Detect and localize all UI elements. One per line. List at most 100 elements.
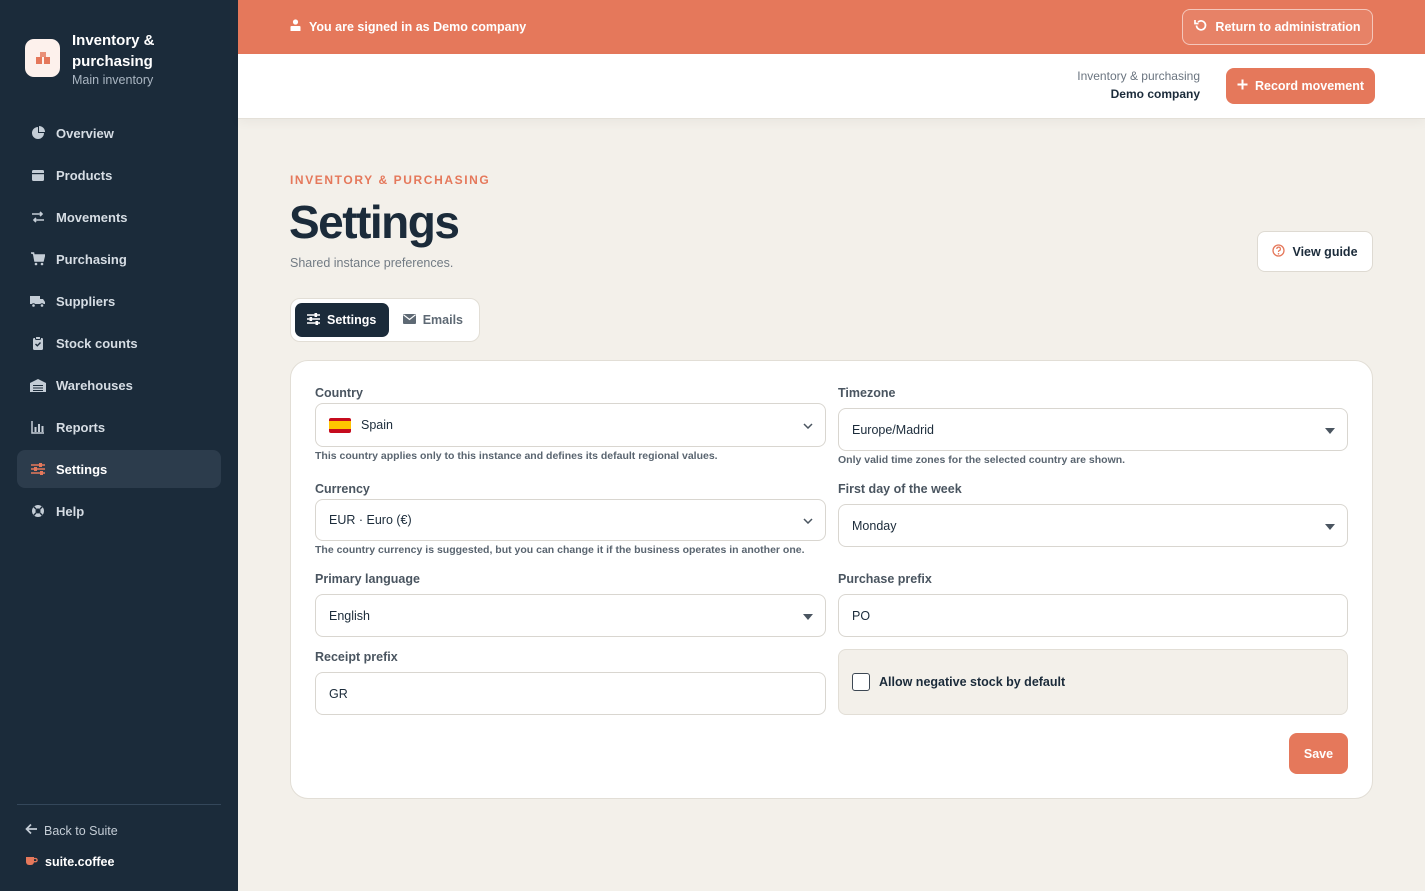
sidebar-item-products[interactable]: Products bbox=[17, 156, 221, 194]
return-to-administration-button[interactable]: Return to administration bbox=[1182, 9, 1373, 45]
sidebar-divider bbox=[17, 804, 221, 805]
sidebar-item-label: Movements bbox=[56, 209, 128, 225]
question-circle-icon bbox=[1272, 243, 1286, 260]
timezone-select[interactable]: Europe/Madrid bbox=[838, 408, 1348, 451]
sidebar-item-help[interactable]: Help bbox=[17, 492, 221, 530]
bar-chart-icon bbox=[30, 419, 46, 435]
sidebar-nav: Overview Products Movements Purchasing S… bbox=[17, 114, 221, 534]
currency-select[interactable]: EUR · Euro (€) bbox=[315, 499, 826, 541]
sidebar-item-label: Suppliers bbox=[56, 293, 116, 309]
country-label: Country bbox=[315, 386, 363, 400]
sidebar-item-label: Reports bbox=[56, 419, 106, 435]
view-guide-button[interactable]: View guide bbox=[1257, 231, 1373, 272]
negative-stock-checkbox[interactable] bbox=[852, 673, 870, 691]
settings-tabs: Settings Emails bbox=[290, 298, 480, 342]
lifebuoy-icon bbox=[30, 503, 46, 519]
banner-message: You are signed in as Demo company bbox=[309, 19, 527, 34]
sidebar-item-overview[interactable]: Overview bbox=[17, 114, 221, 152]
receipt-prefix-input[interactable]: GR bbox=[315, 672, 826, 715]
spain-flag-icon bbox=[329, 417, 351, 433]
first-day-value: Monday bbox=[852, 518, 897, 533]
currency-hint: The country currency is suggested, but y… bbox=[315, 544, 805, 556]
tab-settings[interactable]: Settings bbox=[295, 303, 389, 337]
country-hint: This country applies only to this instan… bbox=[315, 450, 718, 462]
warehouse-icon bbox=[30, 377, 46, 393]
header-context: Inventory & purchasing Demo company bbox=[1077, 69, 1200, 101]
record-movement-button[interactable]: Record movement bbox=[1226, 68, 1375, 104]
negative-stock-label: Allow negative stock by default bbox=[879, 675, 1066, 689]
top-header: Inventory & purchasing Demo company Reco… bbox=[238, 54, 1425, 119]
cart-icon bbox=[30, 251, 46, 267]
first-day-label: First day of the week bbox=[838, 482, 962, 496]
timezone-hint: Only valid time zones for the selected c… bbox=[838, 454, 1126, 466]
sidebar-item-reports[interactable]: Reports bbox=[17, 408, 221, 446]
tab-emails[interactable]: Emails bbox=[391, 303, 475, 337]
language-select[interactable]: English bbox=[315, 594, 826, 637]
back-to-suite-link[interactable]: Back to Suite bbox=[25, 823, 118, 838]
brand[interactable]: Inventory & purchasing Main inventory bbox=[25, 30, 182, 87]
sidebar-item-label: Purchasing bbox=[56, 251, 127, 267]
page-eyebrow: INVENTORY & PURCHASING bbox=[290, 173, 491, 187]
sidebar-item-settings[interactable]: Settings bbox=[17, 450, 221, 488]
caret-down-icon bbox=[1325, 519, 1335, 533]
rotate-left-icon bbox=[1194, 19, 1207, 35]
view-guide-label: View guide bbox=[1292, 244, 1358, 259]
sidebar-item-label: Stock counts bbox=[56, 335, 138, 351]
language-label: Primary language bbox=[315, 572, 420, 586]
language-value: English bbox=[329, 608, 370, 623]
impersonation-banner: You are signed in as Demo company Return… bbox=[238, 0, 1425, 54]
currency-label: Currency bbox=[315, 482, 370, 496]
clipboard-icon bbox=[30, 335, 46, 351]
country-select[interactable]: Spain bbox=[315, 403, 826, 447]
brand-subtitle: Main inventory bbox=[72, 73, 154, 87]
sidebar-item-label: Help bbox=[56, 503, 85, 519]
sidebar-item-movements[interactable]: Movements bbox=[17, 198, 221, 236]
purchase-prefix-input[interactable]: PO bbox=[838, 594, 1348, 637]
envelope-icon bbox=[402, 313, 416, 327]
save-button[interactable]: Save bbox=[1289, 733, 1348, 774]
caret-down-icon bbox=[803, 609, 813, 623]
sidebar-item-label: Overview bbox=[56, 125, 114, 141]
sidebar-item-label: Products bbox=[56, 167, 113, 183]
timezone-label: Timezone bbox=[838, 386, 896, 400]
user-icon bbox=[290, 19, 301, 34]
tab-label: Emails bbox=[422, 313, 463, 327]
suite-brand-label: suite.coffee bbox=[45, 855, 115, 869]
sidebar-item-suppliers[interactable]: Suppliers bbox=[17, 282, 221, 320]
banner-text: You are signed in as Demo company bbox=[290, 19, 526, 34]
header-app-name: Inventory & purchasing bbox=[1077, 69, 1200, 83]
purchase-prefix-label: Purchase prefix bbox=[838, 572, 932, 586]
arrows-icon bbox=[30, 209, 46, 225]
sidebar: Inventory & purchasing Main inventory Ov… bbox=[0, 0, 238, 891]
timezone-value: Europe/Madrid bbox=[852, 422, 934, 437]
currency-value: EUR · Euro (€) bbox=[329, 513, 412, 527]
purchase-prefix-value: PO bbox=[852, 608, 871, 623]
tab-label: Settings bbox=[327, 313, 377, 327]
back-to-suite-label: Back to Suite bbox=[44, 823, 118, 838]
coffee-cup-icon bbox=[25, 855, 38, 869]
pie-chart-icon bbox=[30, 125, 46, 141]
header-company: Demo company bbox=[1110, 87, 1200, 101]
suite-brand: suite.coffee bbox=[25, 855, 114, 869]
brand-logo-icon bbox=[25, 39, 60, 77]
receipt-prefix-value: GR bbox=[329, 686, 348, 701]
brand-title: Inventory & purchasing bbox=[72, 32, 155, 70]
chevron-down-icon bbox=[803, 418, 813, 432]
sidebar-item-warehouses[interactable]: Warehouses bbox=[17, 366, 221, 404]
sidebar-item-label: Settings bbox=[56, 461, 108, 477]
truck-icon bbox=[30, 293, 46, 309]
arrow-left-icon bbox=[25, 823, 38, 838]
chevron-down-icon bbox=[803, 513, 813, 527]
sidebar-item-label: Warehouses bbox=[56, 377, 133, 393]
plus-icon bbox=[1237, 79, 1248, 93]
sidebar-item-stock-counts[interactable]: Stock counts bbox=[17, 324, 221, 362]
first-day-select[interactable]: Monday bbox=[838, 504, 1348, 547]
sidebar-item-purchasing[interactable]: Purchasing bbox=[17, 240, 221, 278]
receipt-prefix-label: Receipt prefix bbox=[315, 650, 398, 664]
country-value: Spain bbox=[361, 418, 393, 432]
sliders-icon bbox=[307, 312, 320, 328]
record-movement-label: Record movement bbox=[1254, 79, 1365, 93]
return-label: Return to administration bbox=[1215, 20, 1361, 34]
box-icon bbox=[30, 167, 46, 183]
caret-down-icon bbox=[1325, 423, 1335, 437]
